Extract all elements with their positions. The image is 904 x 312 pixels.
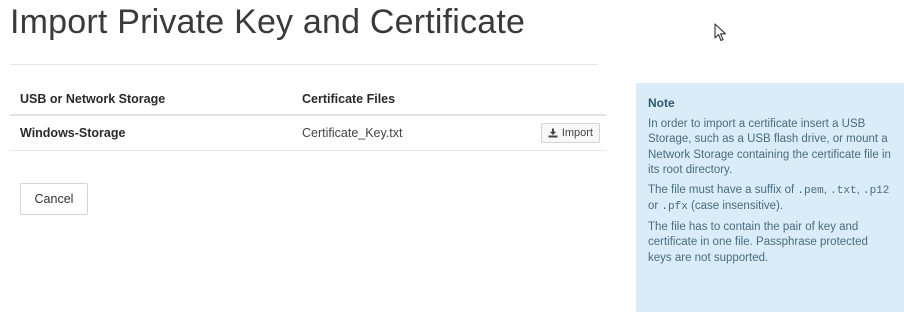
import-certificate-page: Import Private Key and Certificate USB o…: [0, 0, 904, 312]
storage-name: Windows-Storage: [20, 126, 126, 140]
page-title: Import Private Key and Certificate: [10, 3, 526, 41]
title-divider: [10, 64, 598, 65]
cancel-button[interactable]: Cancel: [20, 183, 88, 215]
suffix-separator: or: [648, 200, 662, 212]
note-title: Note: [648, 96, 675, 110]
suffix-intro: The file must have a suffix of: [648, 183, 798, 196]
suffix-pem: .pem: [797, 184, 824, 197]
suffix-outro: (case insensitive).: [687, 200, 784, 212]
header-storage: USB or Network Storage: [20, 92, 166, 106]
mouse-pointer-icon: [714, 23, 727, 42]
table-row: Windows-Storage Certificate_Key.txt Impo…: [10, 116, 606, 151]
suffix-pfx: .pfx: [661, 201, 688, 213]
header-certificate-files: Certificate Files: [302, 92, 606, 106]
import-button[interactable]: Import: [540, 123, 600, 143]
note-panel: Note In order to import a certificate in…: [636, 83, 904, 312]
header-files-label: Certificate Files: [302, 92, 396, 106]
storage-files-table: USB or Network Storage Certificate Files…: [10, 84, 606, 151]
file-cell: Certificate_Key.txt Import: [302, 123, 606, 143]
certificate-file-name: Certificate_Key.txt: [302, 126, 403, 140]
suffix-p12: .p12: [862, 184, 890, 197]
table-header: USB or Network Storage Certificate Files: [10, 84, 606, 116]
import-icon: [548, 128, 558, 138]
suffix-txt: .txt: [830, 184, 857, 197]
import-button-label: Import: [561, 127, 593, 139]
note-paragraph-keypair: The file has to contain the pair of key …: [648, 220, 868, 264]
note-paragraph-suffix: The file must have a suffix of .pem, .tx…: [648, 183, 894, 216]
note-paragraph-usb: In order to import a certificate insert …: [648, 117, 891, 177]
